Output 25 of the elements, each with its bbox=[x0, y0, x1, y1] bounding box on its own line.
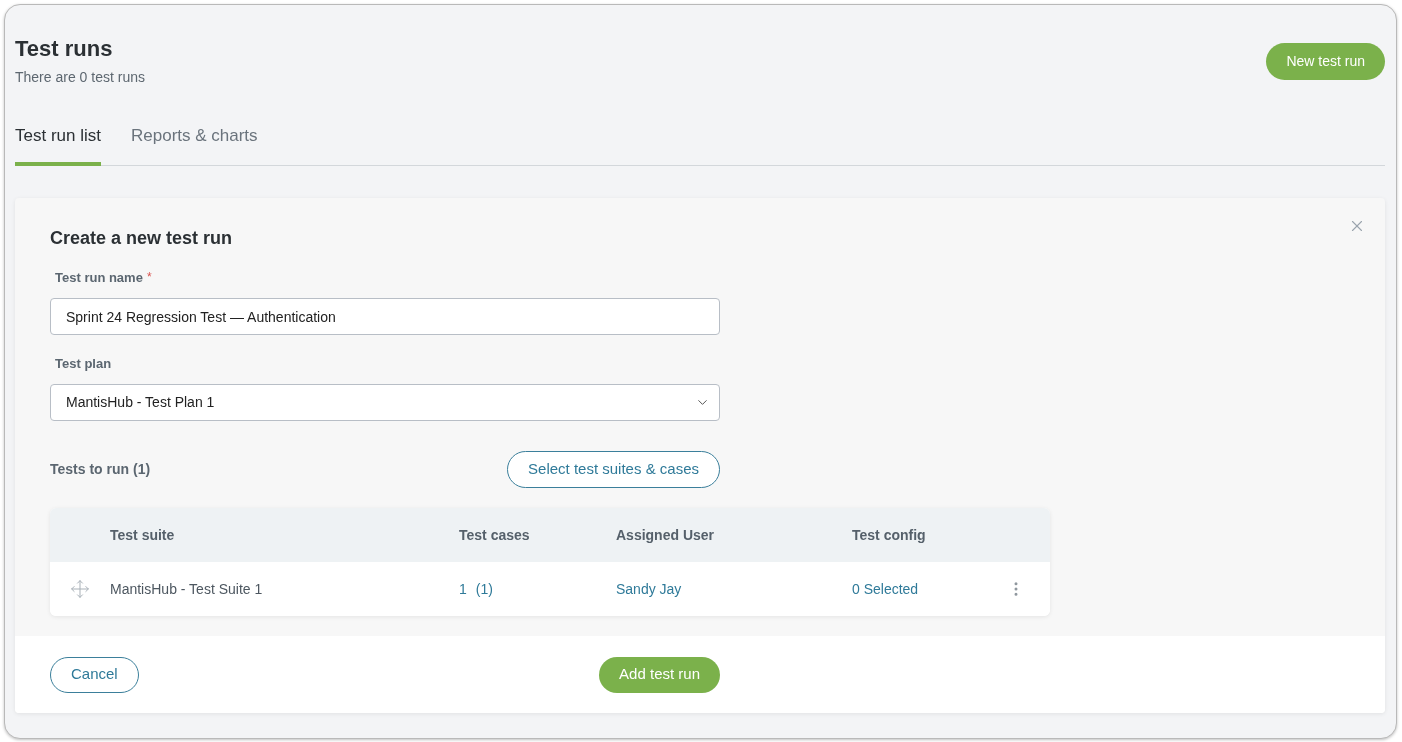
new-test-run-button[interactable]: New test run bbox=[1266, 43, 1385, 80]
required-mark: * bbox=[146, 270, 152, 284]
column-header: Test suite bbox=[110, 525, 175, 545]
column-header: Assigned User bbox=[616, 525, 715, 545]
column-header: Test cases bbox=[459, 525, 530, 545]
tab[interactable]: Test run list bbox=[15, 124, 101, 166]
assigned-user-link[interactable]: Sandy Jay bbox=[616, 578, 682, 600]
page-subtitle: There are 0 test runs bbox=[15, 68, 145, 87]
tests-heading: Tests to run (1) bbox=[50, 460, 151, 479]
page-title: Test runs bbox=[15, 35, 113, 63]
text-input[interactable]: Sprint 24 Regression Test — Authentication bbox=[50, 298, 720, 335]
test-config-link[interactable]: 0 Selected bbox=[852, 578, 919, 600]
cancel-button[interactable]: Cancel bbox=[50, 656, 139, 693]
add-button[interactable]: Add test run bbox=[599, 656, 720, 693]
test-cases-total-link[interactable]: (1) bbox=[475, 578, 493, 600]
suite-name: MantisHub - Test Suite 1 bbox=[110, 579, 263, 599]
select-suites-button[interactable]: Select test suites & cases bbox=[507, 451, 720, 488]
field-label: Test plan bbox=[55, 356, 112, 372]
dialog-title: Create a new test run bbox=[50, 227, 233, 250]
tab[interactable]: Reports & charts bbox=[131, 124, 258, 166]
select-dropdown[interactable]: MantisHub - Test Plan 1 bbox=[50, 384, 720, 421]
test-cases-link[interactable]: 1 bbox=[459, 578, 467, 600]
column-header: Test config bbox=[852, 525, 926, 545]
drag-handle-icon[interactable] bbox=[70, 579, 90, 599]
field-label: Test run name bbox=[55, 270, 143, 286]
